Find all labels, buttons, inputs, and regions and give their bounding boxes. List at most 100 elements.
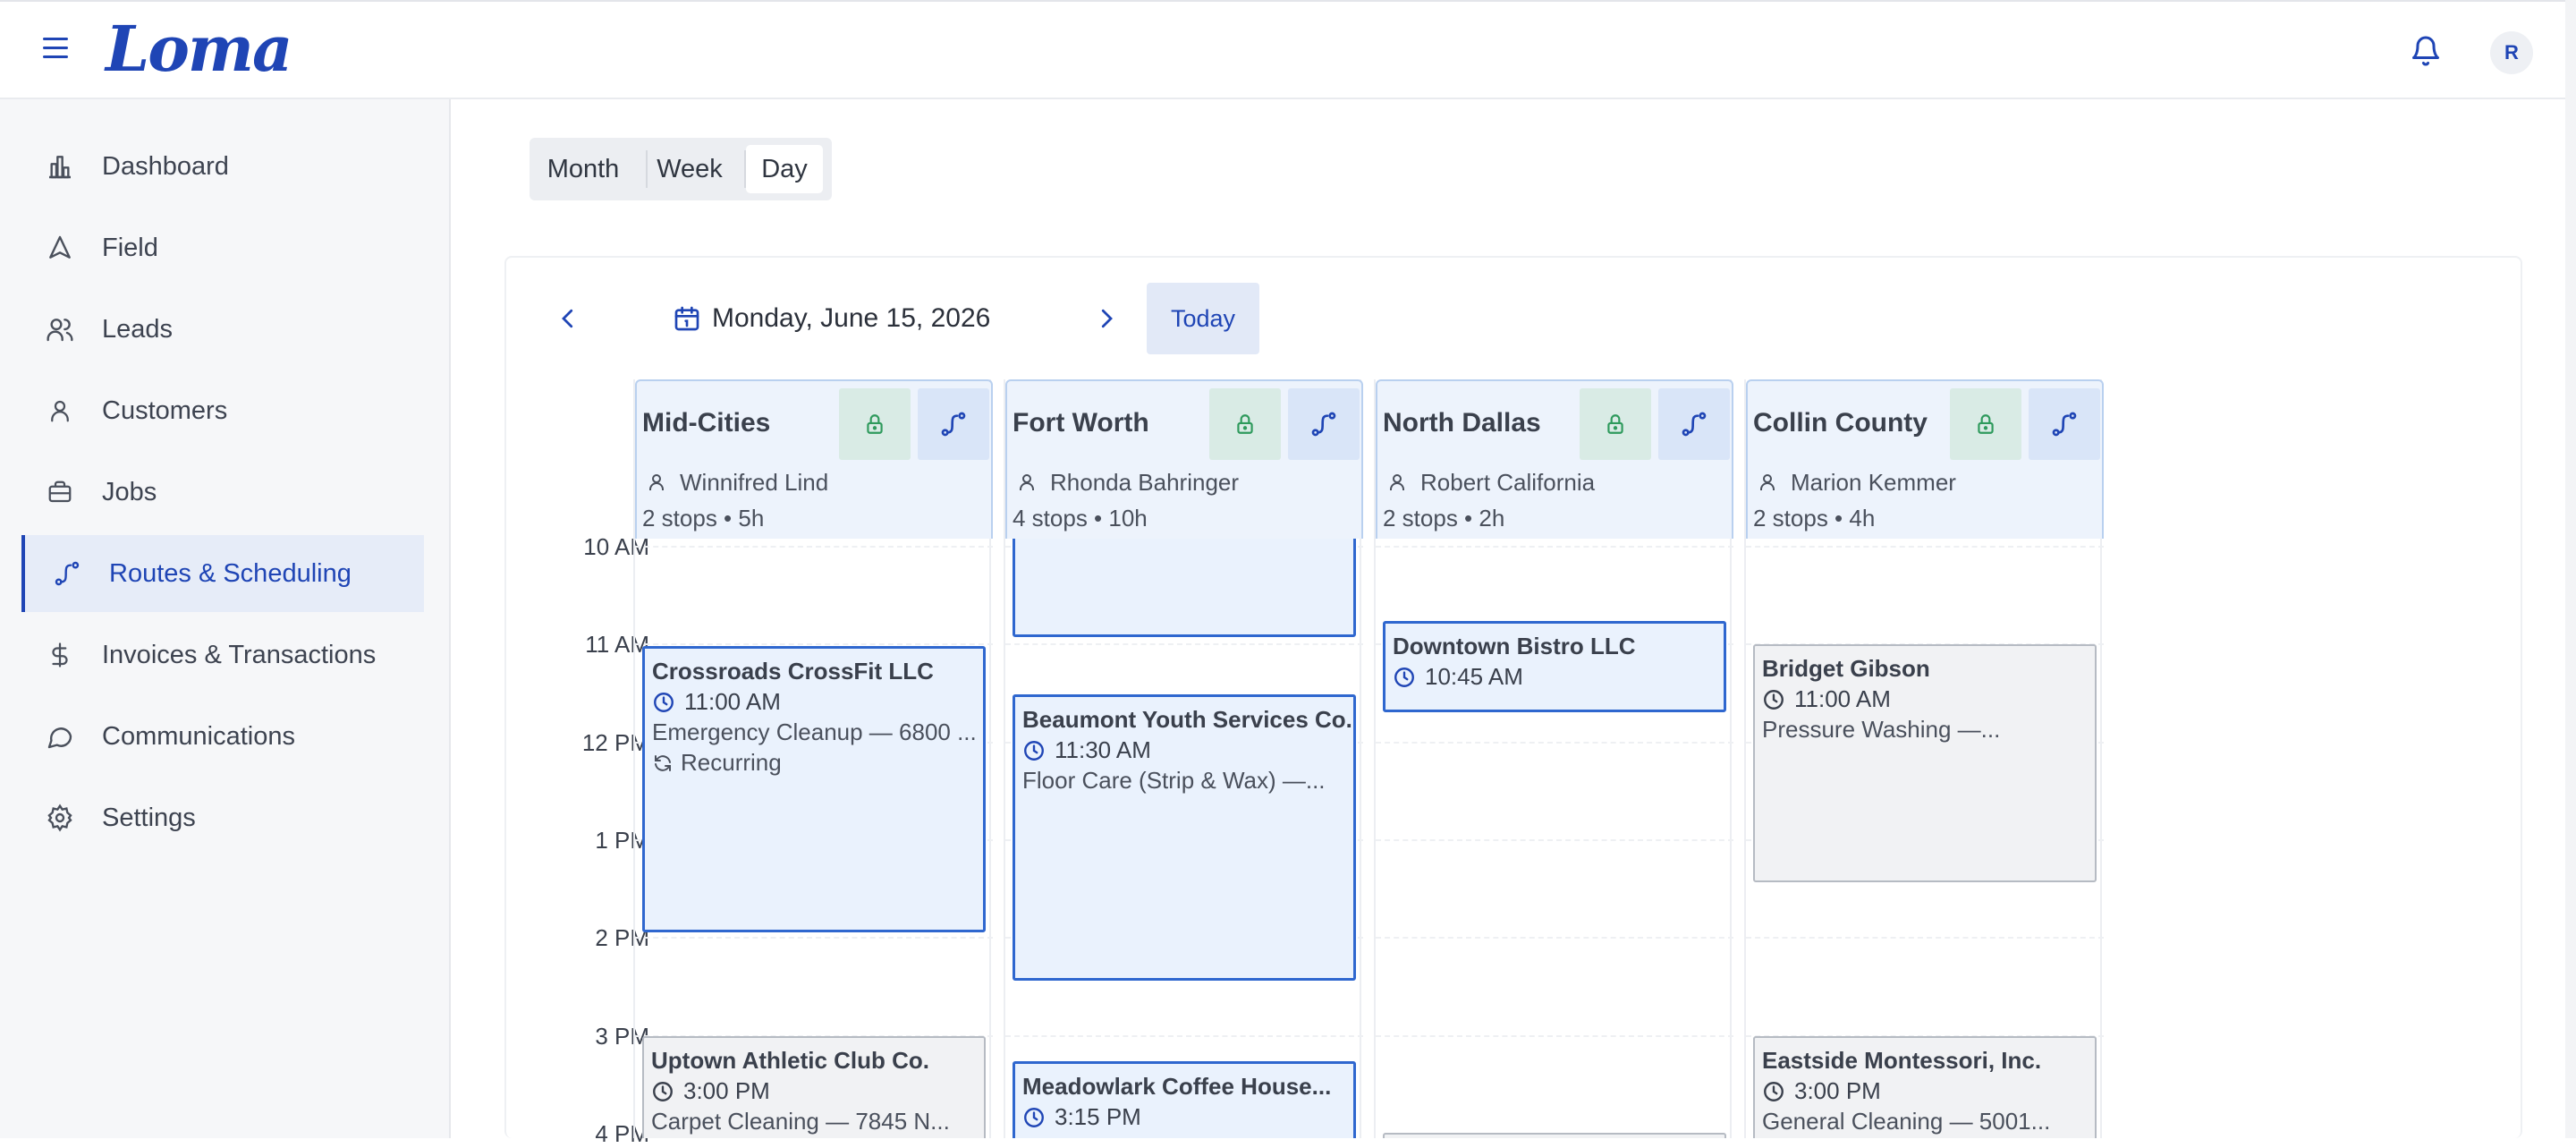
route-column: Collin County Marion Kemmer 2 stops • 4h… xyxy=(1744,379,2104,1138)
route-icon xyxy=(941,412,966,437)
route-column: North Dallas Robert California 2 stops •… xyxy=(1374,379,1733,1138)
sidebar-item-customers[interactable]: Customers xyxy=(21,372,424,449)
dollar-icon xyxy=(45,640,75,670)
clock-icon xyxy=(654,692,674,712)
route-name: Mid-Cities xyxy=(642,408,771,438)
job-card[interactable] xyxy=(1383,1133,1726,1138)
current-date[interactable]: Monday, June 15, 2026 xyxy=(712,302,990,335)
sidebar-item-dashboard[interactable]: Dashboard xyxy=(21,128,424,205)
today-button[interactable]: Today xyxy=(1147,283,1259,354)
job-time-text: 10:45 AM xyxy=(1425,663,1523,690)
clock-icon xyxy=(1764,1081,1784,1101)
bar-chart-icon xyxy=(45,151,75,182)
route-header: North Dallas Robert California 2 stops •… xyxy=(1376,379,1733,539)
divider xyxy=(646,150,648,188)
sidebar-item-label: Leads xyxy=(102,314,174,344)
sidebar-item-field[interactable]: Field xyxy=(21,209,424,286)
job-card[interactable]: Eastside Montessori, Inc. 3:00 PM Genera… xyxy=(1753,1036,2097,1138)
briefcase-icon xyxy=(45,477,75,507)
job-title: Downtown Bistro LLC xyxy=(1393,633,1636,659)
job-card[interactable]: Meadowlark Coffee House... 3:15 PM xyxy=(1013,1061,1356,1138)
route-name: North Dallas xyxy=(1383,408,1541,438)
sidebar-item-routes-scheduling[interactable]: Routes & Scheduling xyxy=(21,535,424,612)
hour-line xyxy=(1746,937,2104,939)
job-time-text: 3:00 PM xyxy=(1794,1077,1881,1104)
view-toggle: Month Week Day xyxy=(530,138,832,200)
sidebar-item-label: Communications xyxy=(102,721,295,751)
view-day-button[interactable]: Day xyxy=(746,145,823,193)
lock-icon xyxy=(1607,414,1623,434)
lock-icon xyxy=(1237,414,1253,434)
user-avatar[interactable]: R xyxy=(2490,31,2533,74)
job-time-text: 3:00 PM xyxy=(683,1077,770,1104)
lock-route-button[interactable] xyxy=(1209,388,1281,460)
route-header: Fort Worth Rhonda Bahringer 4 stops • 10… xyxy=(1005,379,1363,539)
job-title: Crossroads CrossFit LLC xyxy=(652,658,934,685)
job-description: General Cleaning — 5001... xyxy=(1762,1108,2051,1135)
optimize-route-button[interactable] xyxy=(1658,388,1730,460)
route-column: Mid-Cities Winnifred Lind 2 stops • 5h C… xyxy=(633,379,993,1138)
chevron-right-icon[interactable] xyxy=(1093,302,1120,335)
recurring-icon xyxy=(655,754,671,771)
page-scrollbar[interactable] xyxy=(2565,0,2576,1138)
top-bar: Loma R xyxy=(0,0,2574,99)
clock-icon xyxy=(1394,667,1414,687)
lock-route-button[interactable] xyxy=(1580,388,1651,460)
app-logo[interactable]: Loma xyxy=(106,9,292,89)
job-time: 3:00 PM xyxy=(1762,1077,1881,1105)
view-week-button[interactable]: Week xyxy=(649,145,730,193)
chevron-left-icon[interactable] xyxy=(555,302,581,335)
job-card[interactable]: Beaumont Youth Services Co. 11:30 AM Flo… xyxy=(1013,694,1356,981)
route-column: Fort Worth Rhonda Bahringer 4 stops • 10… xyxy=(1004,379,1363,1138)
job-time-text: 11:30 AM xyxy=(1055,736,1151,763)
route-summary: 4 stops • 10h xyxy=(1013,505,1148,531)
route-summary: 2 stops • 2h xyxy=(1383,505,1505,531)
sidebar-item-communications[interactable]: Communications xyxy=(21,698,424,775)
sidebar-item-label: Jobs xyxy=(102,477,157,506)
optimize-route-button[interactable] xyxy=(1288,388,1360,460)
job-title: Eastside Montessori, Inc. xyxy=(1762,1047,2042,1074)
route-summary: 2 stops • 5h xyxy=(642,505,765,531)
job-card[interactable]: Uptown Athletic Club Co. 3:00 PM Carpet … xyxy=(642,1036,986,1138)
sidebar: Dashboard Field Leads Customers Jobs Rou… xyxy=(0,99,451,1138)
job-time: 3:15 PM xyxy=(1022,1103,1141,1131)
lock-icon xyxy=(1978,414,1994,434)
optimize-route-button[interactable] xyxy=(918,388,989,460)
technician-name: Rhonda Bahringer xyxy=(1050,469,1240,496)
route-icon xyxy=(1311,412,1336,437)
job-time-text: 11:00 AM xyxy=(1794,685,1891,712)
sidebar-item-jobs[interactable]: Jobs xyxy=(21,454,424,531)
bell-icon[interactable] xyxy=(2410,34,2442,68)
job-card[interactable]: Crossroads CrossFit LLC 11:00 AM Emergen… xyxy=(642,646,986,932)
lock-route-button[interactable] xyxy=(839,388,911,460)
technician-name: Marion Kemmer xyxy=(1791,469,1956,496)
sidebar-item-label: Dashboard xyxy=(102,151,229,181)
person-icon xyxy=(649,474,664,490)
job-description: Emergency Cleanup — 6800 ... xyxy=(652,719,977,745)
sidebar-item-invoices-transactions[interactable]: Invoices & Transactions xyxy=(21,617,424,693)
calendar-icon xyxy=(673,303,701,334)
job-title: Meadowlark Coffee House... xyxy=(1022,1073,1332,1100)
route-header: Collin County Marion Kemmer 2 stops • 4h xyxy=(1746,379,2104,539)
person-icon xyxy=(1760,474,1775,490)
job-card[interactable]: Bridget Gibson 11:00 AM Pressure Washing… xyxy=(1753,644,2097,882)
menu-icon[interactable] xyxy=(43,38,72,63)
clock-icon xyxy=(653,1081,673,1101)
sidebar-item-settings[interactable]: Settings xyxy=(21,779,424,856)
lock-route-button[interactable] xyxy=(1950,388,2021,460)
job-description: Floor Care (Strip & Wax) —... xyxy=(1022,767,1326,794)
optimize-route-button[interactable] xyxy=(2029,388,2100,460)
navigation-icon xyxy=(45,233,75,263)
job-time: 11:00 AM xyxy=(1762,685,1891,713)
job-title: Bridget Gibson xyxy=(1762,655,1930,682)
gear-icon xyxy=(45,803,75,833)
sidebar-item-leads[interactable]: Leads xyxy=(21,291,424,368)
route-icon xyxy=(1682,412,1707,437)
technician-name: Robert California xyxy=(1420,469,1596,496)
job-card[interactable]: Downtown Bistro LLC 10:45 AM xyxy=(1383,621,1726,712)
hour-line xyxy=(635,643,993,645)
view-month-button[interactable]: Month xyxy=(542,145,624,193)
sidebar-item-label: Settings xyxy=(102,803,196,832)
clock-icon xyxy=(1024,1107,1044,1127)
hour-line xyxy=(1376,742,1733,744)
